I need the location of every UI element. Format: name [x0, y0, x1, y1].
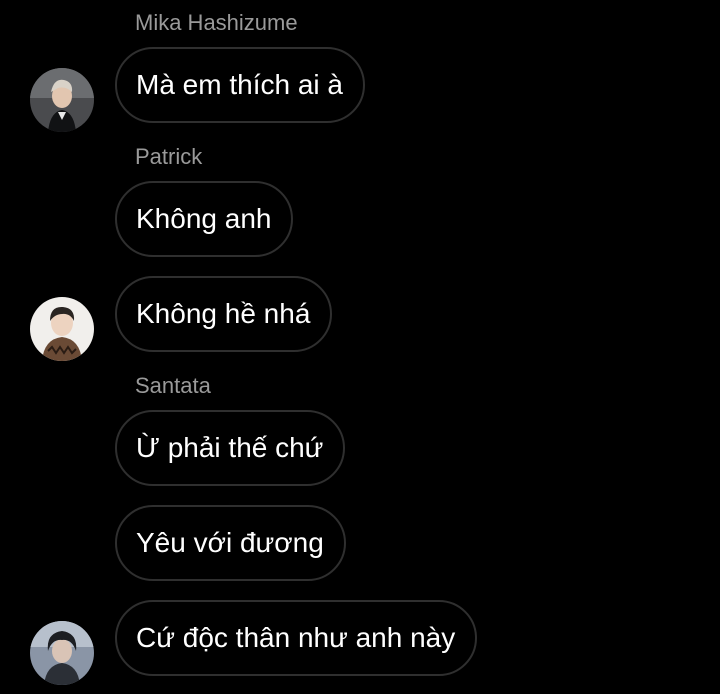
sender-name: Patrick: [135, 144, 203, 169]
message-text: Yêu với đương: [136, 527, 324, 558]
user-avatar-photo-icon: [30, 621, 94, 685]
message-bubble[interactable]: Mà em thích ai à: [115, 47, 365, 123]
message-bubble[interactable]: Yêu với đương: [115, 505, 346, 581]
sender-name: Mika Hashizume: [135, 10, 298, 35]
user-avatar-photo-icon: [30, 297, 94, 361]
message-text: Không anh: [136, 203, 272, 234]
user-avatar-photo-icon: [30, 68, 94, 132]
message-text: Mà em thích ai à: [136, 69, 343, 100]
message-text: Không hề nhá: [136, 298, 311, 329]
message-bubble[interactable]: Cứ độc thân như anh này: [115, 600, 478, 676]
chat-thread: Mika Hashizume Mà em thích ai à Patrick …: [0, 0, 720, 694]
message-bubble[interactable]: Không hề nhá: [115, 276, 333, 352]
avatar-icon[interactable]: [30, 621, 94, 685]
message-text: Cứ độc thân như anh này: [136, 622, 456, 653]
message-bubble[interactable]: Ừ phải thế chứ: [115, 410, 346, 486]
sender-name: Santata: [135, 373, 211, 398]
avatar-icon[interactable]: [30, 68, 94, 132]
message-text: Ừ phải thế chứ: [136, 432, 324, 463]
message-bubble[interactable]: Không anh: [115, 181, 294, 257]
avatar-icon[interactable]: [30, 297, 94, 361]
